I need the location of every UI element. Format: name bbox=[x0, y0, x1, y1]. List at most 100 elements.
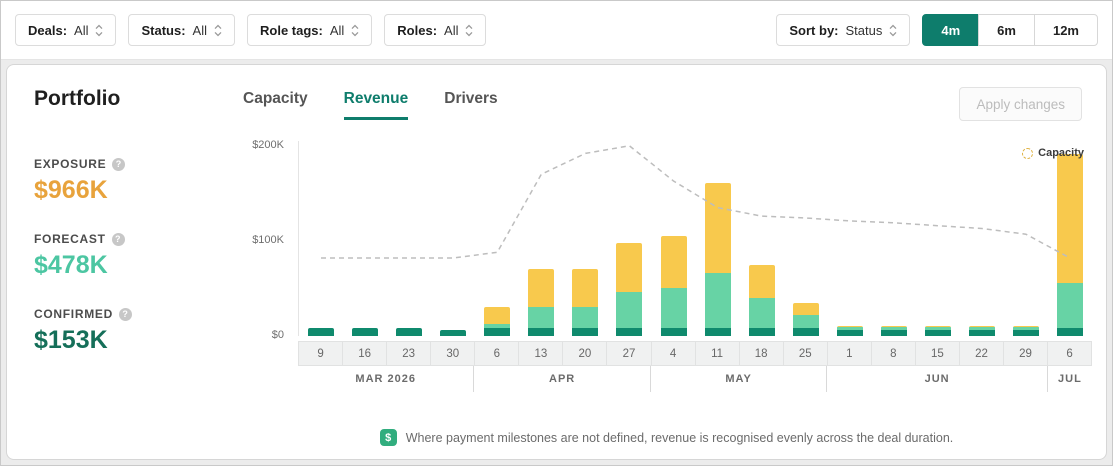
stacked-bar[interactable] bbox=[925, 326, 951, 336]
stacked-bar[interactable] bbox=[661, 236, 687, 336]
bar-segment-forecast[interactable] bbox=[572, 307, 598, 328]
bar-segment-exposure[interactable] bbox=[572, 269, 598, 307]
capacity-legend-label: Capacity bbox=[1038, 147, 1084, 159]
y-tick-label: $200K bbox=[252, 139, 284, 151]
role-tags-filter[interactable]: Role tags: All bbox=[247, 14, 372, 46]
chart-column bbox=[916, 141, 960, 336]
bar-segment-confirmed[interactable] bbox=[969, 330, 995, 336]
range-toggle: 4m6m12m bbox=[922, 14, 1098, 46]
portfolio-card: Portfolio CapacityRevenueDrivers Apply c… bbox=[6, 64, 1107, 460]
stacked-bar[interactable] bbox=[440, 330, 466, 336]
bar-segment-confirmed[interactable] bbox=[837, 330, 863, 336]
deals-filter[interactable]: Deals: All bbox=[15, 14, 116, 46]
chart-column bbox=[607, 141, 651, 336]
bar-segment-confirmed[interactable] bbox=[572, 328, 598, 336]
help-icon[interactable]: ? bbox=[119, 308, 132, 321]
stacked-bar[interactable] bbox=[881, 326, 907, 336]
bar-segment-confirmed[interactable] bbox=[484, 328, 510, 336]
bar-segment-exposure[interactable] bbox=[528, 269, 554, 307]
range-12m-button[interactable]: 12m bbox=[1034, 14, 1098, 46]
bar-segment-confirmed[interactable] bbox=[1057, 328, 1083, 336]
sort-by-filter[interactable]: Sort by: Status bbox=[776, 14, 910, 46]
help-icon[interactable]: ? bbox=[112, 158, 125, 171]
bar-segment-exposure[interactable] bbox=[749, 265, 775, 298]
bar-segment-confirmed[interactable] bbox=[1013, 330, 1039, 336]
x-axis-months: MAR 2026APRMAYJUNJUL bbox=[298, 366, 1092, 392]
bar-segment-confirmed[interactable] bbox=[925, 330, 951, 336]
status-filter[interactable]: Status: All bbox=[128, 14, 235, 46]
bar-segment-exposure[interactable] bbox=[661, 236, 687, 288]
tab-revenue[interactable]: Revenue bbox=[344, 90, 409, 120]
stacked-bar[interactable] bbox=[352, 328, 378, 336]
range-6m-button[interactable]: 6m bbox=[978, 14, 1035, 46]
month-cell: MAR 2026 bbox=[298, 366, 474, 392]
bar-segment-confirmed[interactable] bbox=[308, 328, 334, 336]
chevron-updown-icon bbox=[95, 24, 103, 37]
date-cell: 30 bbox=[430, 341, 475, 366]
capacity-legend[interactable]: Capacity bbox=[1022, 147, 1084, 159]
bar-segment-confirmed[interactable] bbox=[616, 328, 642, 336]
help-icon[interactable]: ? bbox=[112, 233, 125, 246]
bar-segment-confirmed[interactable] bbox=[661, 328, 687, 336]
stacked-bar[interactable] bbox=[793, 303, 819, 336]
stacked-bar[interactable] bbox=[837, 326, 863, 336]
stacked-bar[interactable] bbox=[308, 328, 334, 336]
date-cell: 9 bbox=[298, 341, 343, 366]
stacked-bar[interactable] bbox=[1057, 154, 1083, 336]
stat-label: FORECAST? bbox=[34, 232, 242, 246]
bar-segment-forecast[interactable] bbox=[616, 292, 642, 328]
bar-segment-forecast[interactable] bbox=[749, 298, 775, 328]
footnote-text: Where payment milestones are not defined… bbox=[406, 431, 954, 445]
stacked-bar[interactable] bbox=[705, 183, 731, 336]
bar-segment-forecast[interactable] bbox=[1057, 283, 1083, 329]
tab-drivers[interactable]: Drivers bbox=[444, 90, 497, 120]
date-cell: 8 bbox=[871, 341, 916, 366]
bar-segment-forecast[interactable] bbox=[528, 307, 554, 328]
bar-segment-exposure[interactable] bbox=[705, 183, 731, 273]
stat-confirmed: CONFIRMED?$153K bbox=[34, 307, 242, 355]
bar-segment-confirmed[interactable] bbox=[793, 328, 819, 336]
chart-column bbox=[519, 141, 563, 336]
bar-segment-confirmed[interactable] bbox=[881, 330, 907, 336]
bar-segment-confirmed[interactable] bbox=[440, 330, 466, 336]
range-4m-button[interactable]: 4m bbox=[922, 14, 979, 46]
date-cell: 27 bbox=[606, 341, 651, 366]
bar-segment-confirmed[interactable] bbox=[352, 328, 378, 336]
x-axis-dates: 916233061320274111825181522296 bbox=[298, 341, 1092, 366]
stacked-bar[interactable] bbox=[396, 328, 422, 336]
chevron-updown-icon bbox=[465, 24, 473, 37]
bar-segment-forecast[interactable] bbox=[705, 273, 731, 328]
bar-segment-forecast[interactable] bbox=[661, 288, 687, 328]
tabs: Capacity Revenue Drivers bbox=[243, 87, 498, 120]
stacked-bar[interactable] bbox=[484, 307, 510, 336]
stacked-bar[interactable] bbox=[749, 265, 775, 336]
bar-segment-confirmed[interactable] bbox=[705, 328, 731, 336]
roles-filter[interactable]: Roles: All bbox=[384, 14, 486, 46]
bar-segment-confirmed[interactable] bbox=[396, 328, 422, 336]
date-cell: 6 bbox=[1047, 341, 1092, 366]
date-cell: 25 bbox=[783, 341, 828, 366]
bar-segment-exposure[interactable] bbox=[484, 307, 510, 324]
bar-segment-exposure[interactable] bbox=[1057, 154, 1083, 282]
bar-segment-forecast[interactable] bbox=[793, 315, 819, 328]
stat-label: EXPOSURE? bbox=[34, 157, 242, 171]
bar-segment-exposure[interactable] bbox=[616, 243, 642, 292]
tab-capacity[interactable]: Capacity bbox=[243, 90, 308, 120]
bar-segment-confirmed[interactable] bbox=[749, 328, 775, 336]
stacked-bar[interactable] bbox=[969, 326, 995, 336]
stacked-bar[interactable] bbox=[1013, 326, 1039, 336]
stat-value: $478K bbox=[34, 251, 242, 280]
chart-column bbox=[299, 141, 343, 336]
stat-label: CONFIRMED? bbox=[34, 307, 242, 321]
y-axis-labels: $200K$100K$0 bbox=[242, 141, 292, 336]
stat-exposure: EXPOSURE?$966K bbox=[34, 157, 242, 205]
stat-label-text: CONFIRMED bbox=[34, 307, 113, 321]
stacked-bar[interactable] bbox=[616, 243, 642, 336]
stacked-bar[interactable] bbox=[528, 269, 554, 336]
apply-changes-button[interactable]: Apply changes bbox=[959, 87, 1082, 121]
month-cell: APR bbox=[474, 366, 650, 392]
bar-segment-exposure[interactable] bbox=[793, 303, 819, 315]
bar-segment-confirmed[interactable] bbox=[528, 328, 554, 336]
date-cell: 29 bbox=[1003, 341, 1048, 366]
stacked-bar[interactable] bbox=[572, 269, 598, 336]
